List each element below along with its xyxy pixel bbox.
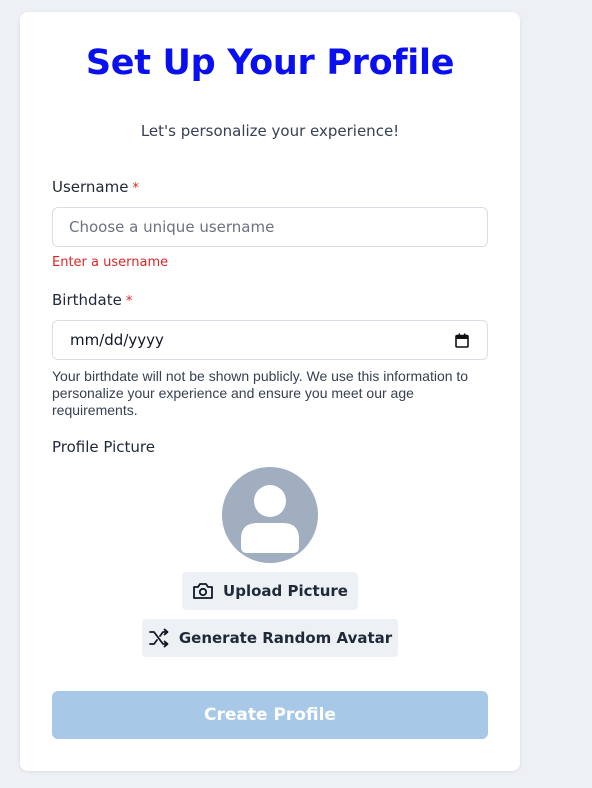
- generate-random-avatar-button[interactable]: Generate Random Avatar: [142, 619, 398, 657]
- birthdate-required-mark: *: [125, 294, 133, 309]
- generate-random-avatar-label: Generate Random Avatar: [178, 629, 393, 647]
- username-label: Username *: [52, 178, 139, 196]
- profile-picture-label: Profile Picture: [52, 438, 155, 456]
- user-avatar-icon: [241, 485, 299, 553]
- birthdate-label-text: Birthdate: [52, 291, 122, 309]
- page-title: Set Up Your Profile: [85, 43, 455, 83]
- birthdate-value: mm/dd/yyyy: [70, 331, 164, 349]
- shuffle-icon: [148, 628, 169, 648]
- create-profile-button[interactable]: Create Profile: [52, 691, 488, 739]
- calendar-icon[interactable]: [455, 333, 469, 348]
- username-required-mark: *: [132, 181, 139, 196]
- birthdate-label: Birthdate *: [52, 291, 132, 309]
- page-subtitle: Let's personalize your experience!: [140, 122, 400, 140]
- upload-picture-label: Upload Picture: [223, 582, 348, 600]
- avatar: [222, 467, 318, 563]
- username-label-text: Username: [52, 178, 129, 196]
- profile-setup-card: Set Up Your Profile Let's personalize yo…: [20, 12, 520, 771]
- upload-picture-button[interactable]: Upload Picture: [182, 572, 358, 610]
- birthdate-help-text: Your birthdate will not be shown publicl…: [52, 368, 469, 418]
- camera-icon: [193, 583, 213, 599]
- birthdate-field[interactable]: mm/dd/yyyy: [52, 320, 488, 360]
- username-input[interactable]: [52, 207, 488, 247]
- username-error: Enter a username: [52, 255, 169, 270]
